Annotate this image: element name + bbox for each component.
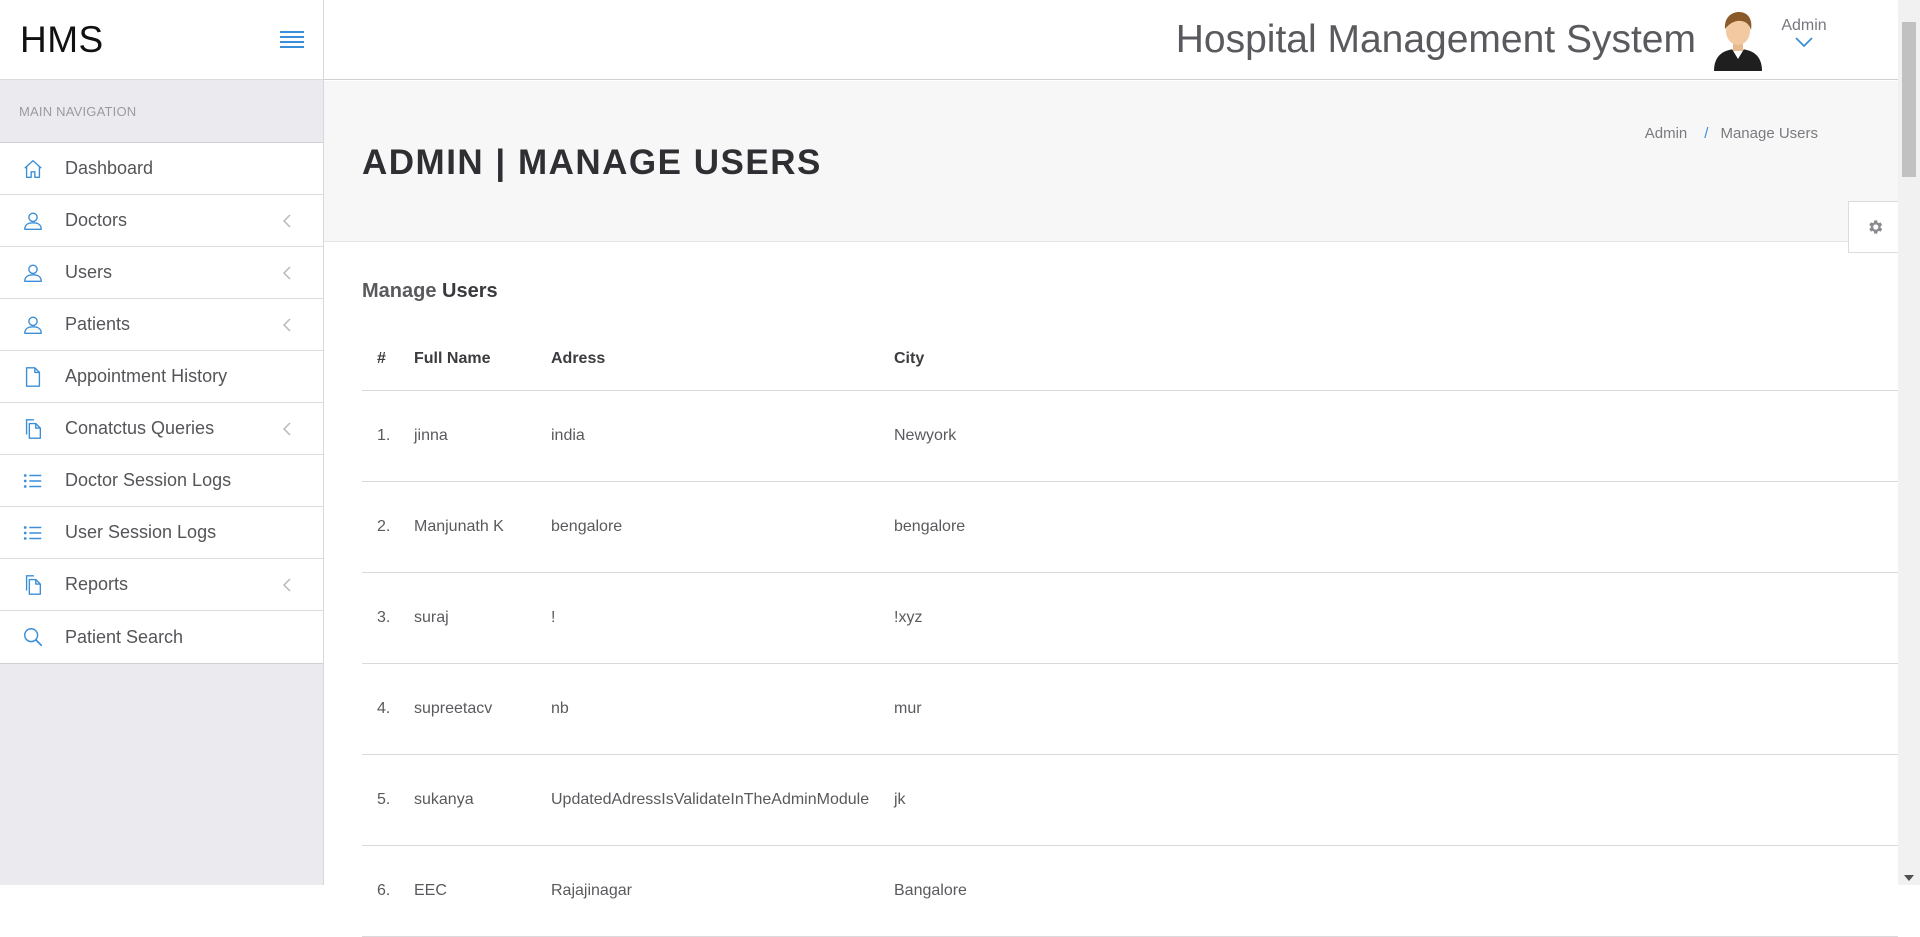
file-icon	[0, 366, 65, 388]
cell-city: Newyork	[894, 390, 1898, 482]
sidebar-item-label: Patients	[65, 314, 131, 334]
cell-number: 1.	[362, 390, 414, 482]
chevron-left-icon	[281, 577, 323, 593]
cell-city: Bangalore	[894, 845, 1898, 937]
table-row: 2. Manjunath Kbengalore bengalore	[362, 481, 1898, 573]
user-menu[interactable]: Admin	[1774, 17, 1834, 53]
page-title: ADMIN | MANAGE USERS	[362, 143, 822, 182]
sidebar-item-doctors[interactable]: Doctors	[0, 195, 323, 247]
breadcrumb: Admin / Manage Users	[1645, 125, 1818, 142]
breadcrumb-admin[interactable]: Admin	[1645, 125, 1688, 142]
cell-full-name: sukanya	[414, 754, 551, 846]
user-icon	[0, 210, 65, 232]
breadcrumb-separator: /	[1704, 125, 1709, 142]
page-header: ADMIN | MANAGE USERS Admin / Manage User…	[324, 81, 1900, 253]
cell-full-name: suraj	[414, 572, 551, 664]
column-header-number: #	[362, 329, 414, 391]
user-icon	[0, 262, 65, 284]
cell-city: !xyz	[894, 572, 1898, 664]
user-name: Admin	[1781, 16, 1827, 34]
cell-number: 2.	[362, 481, 414, 573]
user-icon	[0, 314, 65, 336]
sidebar: HMS MAIN NAVIGATION Dashboard Doctors User…	[0, 0, 324, 885]
panel-title-bold: Users	[442, 280, 498, 302]
scrollbar-thumb[interactable]	[1902, 22, 1916, 177]
cell-full-name: jinna	[414, 390, 551, 482]
files-icon	[0, 574, 65, 596]
main-content: Manage Users # Full Name Adress City 1. j…	[362, 242, 1898, 937]
column-header-city: City	[894, 329, 1898, 391]
cell-city: mur	[894, 663, 1898, 755]
home-icon	[0, 158, 65, 180]
sidebar-item-user-session-logs[interactable]: User Session Logs	[0, 507, 323, 559]
avatar[interactable]	[1710, 9, 1766, 71]
list-icon	[0, 470, 65, 492]
table-row: 1. jinna india Newyork	[362, 390, 1898, 482]
top-bar: Hospital Management System Admin	[324, 0, 1900, 80]
users-table: # Full Name Adress City 1. jinna india Newy…	[362, 329, 1898, 937]
chevron-down-icon	[1794, 35, 1814, 53]
table-header-row: # Full Name Adress City	[362, 329, 1898, 391]
chevron-left-icon	[281, 265, 323, 281]
cell-address: UpdatedAdressIsValidateInTheAdminModule	[551, 754, 894, 846]
sidebar-item-patient-search[interactable]: Patient Search	[0, 611, 323, 663]
brand-bar: HMS	[0, 0, 323, 80]
breadcrumb-current: Manage Users	[1720, 125, 1818, 142]
cell-address: !	[551, 572, 894, 664]
cell-full-name: EEC	[414, 845, 551, 937]
sidebar-item-patients[interactable]: Patients	[0, 299, 323, 351]
gear-icon	[1868, 220, 1882, 234]
sidebar-item-label: Conatctus Queries	[65, 418, 215, 438]
cell-address: bengalore	[551, 481, 894, 573]
menu-toggle-icon[interactable]	[280, 31, 304, 48]
table-row: 6. EEC Rajajinagar Bangalore	[362, 845, 1898, 937]
page-scrollbar[interactable]	[1898, 0, 1920, 885]
sidebar-item-doctor-session-logs[interactable]: Doctor Session Logs	[0, 455, 323, 507]
cell-number: 3.	[362, 572, 414, 664]
sidebar-item-label: Reports	[65, 574, 129, 594]
panel-title-prefix: Manage	[362, 280, 437, 302]
cell-number: 5.	[362, 754, 414, 846]
cell-city: bengalore	[894, 481, 1898, 573]
cell-number: 6.	[362, 845, 414, 937]
table-row: 4. supreetacv nb mur	[362, 663, 1898, 755]
cell-number: 4.	[362, 663, 414, 755]
sidebar-item-conatctus-queries[interactable]: Conatctus Queries	[0, 403, 323, 455]
table-row: 5. sukanya UpdatedAdressIsValidateInTheAdm…	[362, 754, 1898, 846]
sidebar-item-appointment-history[interactable]: Appointment History	[0, 351, 323, 403]
table-row: 3. suraj! !xyz	[362, 572, 1898, 664]
cell-city: jk	[894, 754, 1898, 846]
column-header-address: Adress	[551, 329, 894, 391]
search-icon	[0, 626, 65, 648]
sidebar-item-label: Users	[65, 262, 113, 282]
brand-logo: HMS	[20, 18, 104, 60]
files-icon	[0, 418, 65, 440]
app-title: Hospital Management System	[1175, 17, 1696, 61]
sidebar-item-label: Doctors	[65, 210, 128, 230]
main-navigation: Dashboard Doctors Users Patients Appointment…	[0, 143, 323, 664]
sidebar-item-label: User Session Logs	[65, 522, 217, 542]
chevron-left-icon	[281, 317, 323, 333]
list-icon	[0, 522, 65, 544]
column-header-full-name: Full Name	[414, 329, 551, 391]
sidebar-item-label: Appointment History	[65, 366, 228, 386]
sidebar-item-label: Dashboard	[65, 158, 154, 178]
cell-address: india	[551, 390, 894, 482]
cell-full-name: supreetacv	[414, 663, 551, 755]
cell-full-name: Manjunath K	[414, 481, 551, 573]
sidebar-item-label: Patient Search	[65, 626, 184, 647]
sidebar-item-reports[interactable]: Reports	[0, 559, 323, 611]
cell-address: Rajajinagar	[551, 845, 894, 937]
panel-title: Manage Users	[362, 280, 1898, 303]
chevron-left-icon	[281, 421, 323, 437]
sidebar-item-users[interactable]: Users	[0, 247, 323, 299]
scroll-down-arrow-icon[interactable]	[1904, 875, 1914, 881]
nav-header: MAIN NAVIGATION	[0, 80, 323, 143]
sidebar-item-dashboard[interactable]: Dashboard	[0, 143, 323, 195]
sidebar-item-label: Doctor Session Logs	[65, 470, 232, 490]
chevron-left-icon	[281, 213, 323, 229]
cell-address: nb	[551, 663, 894, 755]
